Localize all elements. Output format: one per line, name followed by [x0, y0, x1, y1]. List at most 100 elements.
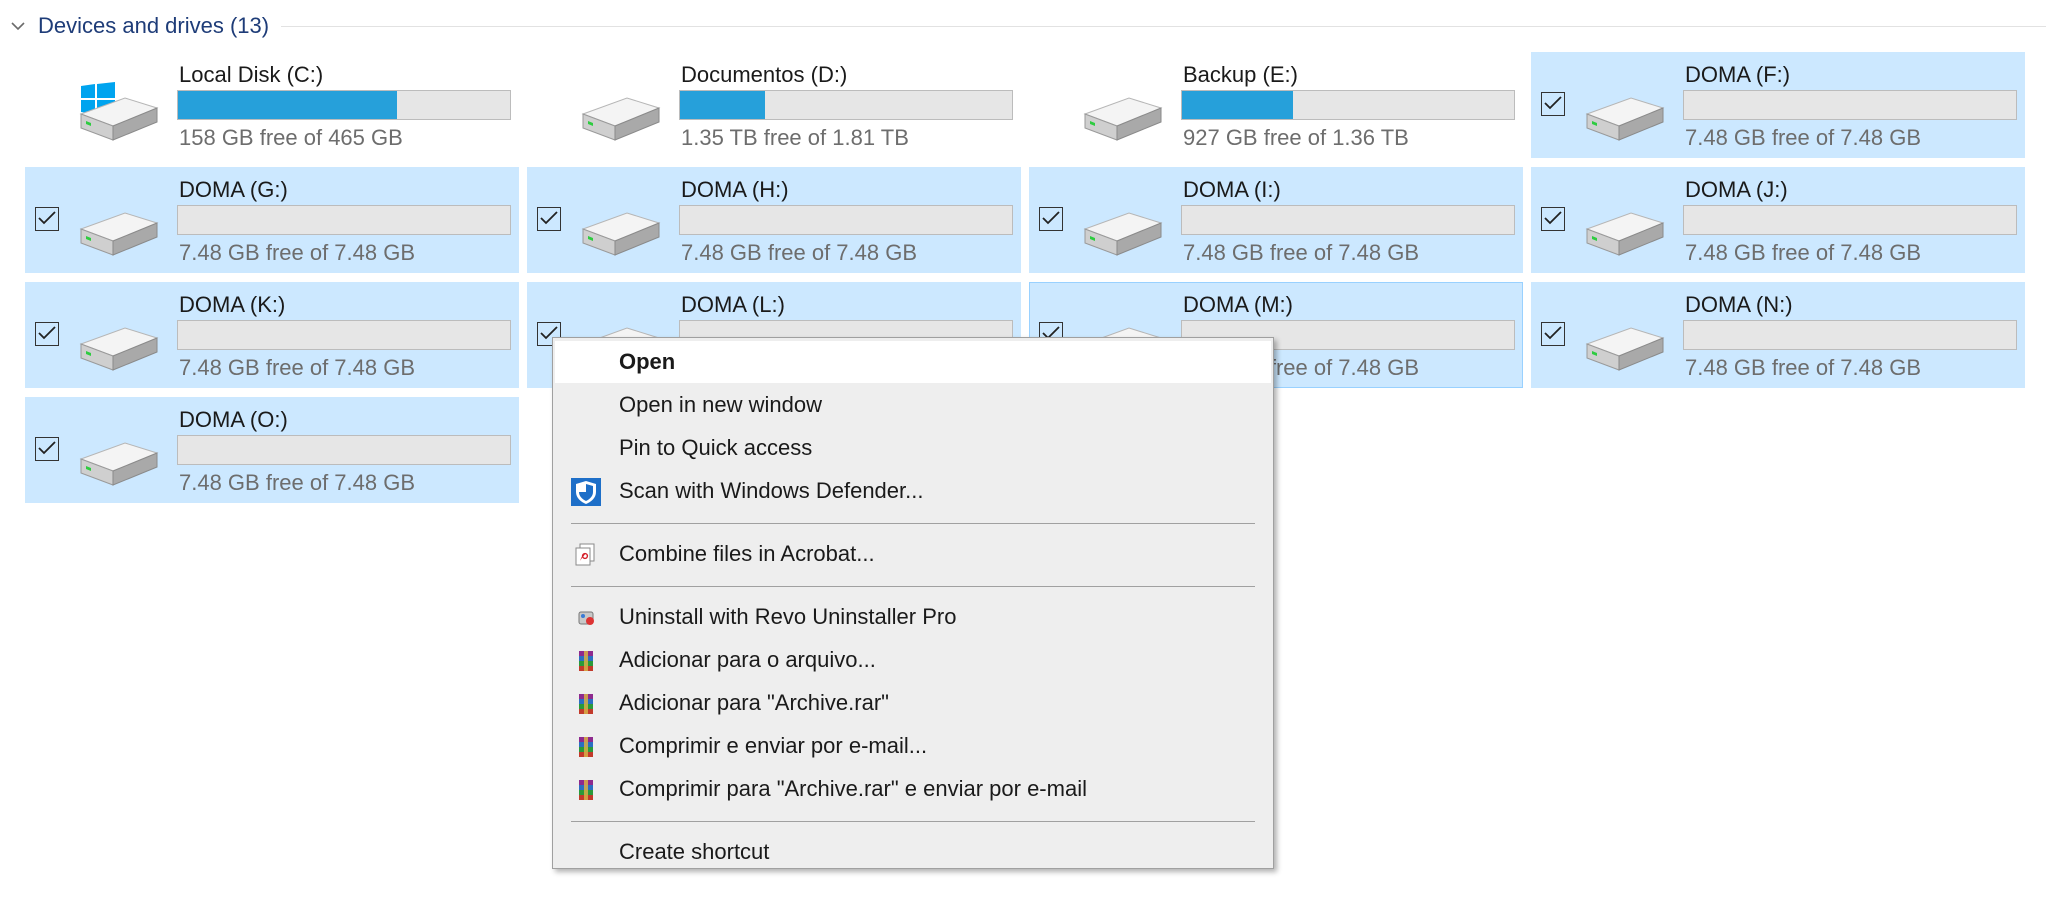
- menu-item[interactable]: Scan with Windows Defender...: [555, 470, 1271, 512]
- drive-name: DOMA (L:): [681, 292, 785, 317]
- selection-checkbox[interactable]: [537, 207, 561, 231]
- drive-free-space: 7.48 GB free of 7.48 GB: [1685, 355, 1922, 380]
- menu-item-label: Pin to Quick access: [619, 435, 813, 460]
- drive-tile[interactable]: DOMA (J:) 7.48 GB free of 7.48 GB: [1531, 167, 2025, 273]
- drive-free-space: 7.48 GB free of 7.48 GB: [179, 355, 416, 380]
- hard-drive-icon: [1581, 310, 1667, 374]
- menu-separator: [571, 586, 1255, 587]
- menu-item-label: Adicionar para "Archive.rar": [619, 690, 889, 715]
- context-menu: Open Open in new window Pin to Quick acces…: [552, 337, 1274, 869]
- drive-tile[interactable]: DOMA (N:) 7.48 GB free of 7.48 GB: [1531, 282, 2025, 388]
- usage-bar: [1181, 205, 1515, 235]
- drive-tile[interactable]: Documentos (D:) 1.35 TB free of 1.81 TB: [527, 52, 1021, 158]
- drive-name: Documentos (D:): [681, 62, 848, 87]
- usage-bar: [1683, 320, 2017, 350]
- hard-drive-icon: [1079, 195, 1165, 259]
- revo-uninstaller-icon: [571, 604, 601, 632]
- drive-name: DOMA (I:): [1183, 177, 1281, 202]
- usage-bar: [177, 205, 511, 235]
- usage-bar-fill: [1182, 91, 1294, 119]
- menu-item-label: Open in new window: [619, 392, 823, 417]
- drive-tile[interactable]: DOMA (I:) 7.48 GB free of 7.48 GB: [1029, 167, 1523, 273]
- hard-drive-icon: [75, 310, 161, 374]
- menu-item[interactable]: Comprimir e enviar por e-mail...: [555, 725, 1271, 767]
- menu-separator: [571, 821, 1255, 822]
- drive-tile[interactable]: Backup (E:) 927 GB free of 1.36 TB: [1029, 52, 1523, 158]
- drive-free-space: 7.48 GB free of 7.48 GB: [179, 240, 416, 265]
- winrar-icon: [571, 776, 601, 804]
- winrar-icon: [571, 733, 601, 761]
- hard-drive-icon: [75, 425, 161, 489]
- chevron-down-icon[interactable]: [10, 18, 26, 34]
- group-divider: [281, 25, 2046, 27]
- selection-checkbox[interactable]: [1039, 207, 1063, 231]
- drive-name: DOMA (H:): [681, 177, 789, 202]
- usage-bar: [1683, 205, 2017, 235]
- usage-bar: [679, 205, 1013, 235]
- hard-drive-icon: [1079, 80, 1165, 144]
- menu-item-label: Comprimir para "Archive.rar" e enviar po…: [619, 776, 1087, 801]
- menu-item[interactable]: Create shortcut: [555, 831, 1271, 873]
- drive-free-space: 927 GB free of 1.36 TB: [1183, 125, 1409, 150]
- usage-bar-fill: [178, 91, 398, 119]
- menu-item[interactable]: Combine files in Acrobat...: [555, 533, 1271, 575]
- usage-bar: [177, 320, 511, 350]
- menu-item-label: Comprimir e enviar por e-mail...: [619, 733, 928, 758]
- drive-name: DOMA (G:): [179, 177, 288, 202]
- hard-drive-icon: [75, 80, 161, 144]
- hard-drive-icon: [75, 195, 161, 259]
- drive-name: DOMA (M:): [1183, 292, 1293, 317]
- menu-item[interactable]: Uninstall with Revo Uninstaller Pro: [555, 596, 1271, 638]
- drive-free-space: 7.48 GB free of 7.48 GB: [1685, 125, 1922, 150]
- menu-item[interactable]: Adicionar para "Archive.rar": [555, 682, 1271, 724]
- selection-checkbox[interactable]: [35, 437, 59, 461]
- menu-item[interactable]: Open: [555, 341, 1271, 383]
- usage-bar: [1181, 90, 1515, 120]
- selection-checkbox[interactable]: [1541, 92, 1565, 116]
- drive-free-space: 7.48 GB free of 7.48 GB: [1685, 240, 1922, 265]
- menu-item[interactable]: Comprimir para "Archive.rar" e enviar po…: [555, 768, 1271, 810]
- menu-separator: [571, 523, 1255, 524]
- drive-name: DOMA (O:): [179, 407, 288, 432]
- usage-bar-fill: [680, 91, 765, 119]
- usage-bar: [1683, 90, 2017, 120]
- drive-tile[interactable]: DOMA (H:) 7.48 GB free of 7.48 GB: [527, 167, 1021, 273]
- acrobat-icon: [571, 541, 601, 569]
- selection-checkbox[interactable]: [1541, 322, 1565, 346]
- hard-drive-icon: [1581, 80, 1667, 144]
- drive-name: DOMA (J:): [1685, 177, 1788, 202]
- usage-bar: [177, 435, 511, 465]
- menu-item[interactable]: Adicionar para o arquivo...: [555, 639, 1271, 681]
- drive-name: DOMA (N:): [1685, 292, 1793, 317]
- selection-checkbox[interactable]: [1541, 207, 1565, 231]
- selection-checkbox[interactable]: [35, 322, 59, 346]
- menu-item-label: Open: [619, 349, 676, 374]
- drive-tile[interactable]: DOMA (F:) 7.48 GB free of 7.48 GB: [1531, 52, 2025, 158]
- drive-tile[interactable]: Local Disk (C:) 158 GB free of 465 GB: [25, 52, 519, 158]
- selection-checkbox[interactable]: [35, 207, 59, 231]
- hard-drive-icon: [577, 80, 663, 144]
- menu-item-label: Create shortcut: [619, 839, 770, 864]
- drive-name: DOMA (K:): [179, 292, 286, 317]
- drive-tile[interactable]: DOMA (O:) 7.48 GB free of 7.48 GB: [25, 397, 519, 503]
- hard-drive-icon: [577, 195, 663, 259]
- drive-free-space: 158 GB free of 465 GB: [179, 125, 403, 150]
- drive-free-space: 7.48 GB free of 7.48 GB: [1183, 240, 1420, 265]
- drive-tile[interactable]: DOMA (K:) 7.48 GB free of 7.48 GB: [25, 282, 519, 388]
- winrar-icon: [571, 647, 601, 675]
- devices-group-header[interactable]: Devices and drives (13): [10, 10, 2046, 42]
- usage-bar: [679, 90, 1013, 120]
- menu-item-label: Adicionar para o arquivo...: [619, 647, 876, 672]
- menu-item[interactable]: Open in new window: [555, 384, 1271, 426]
- drive-tile[interactable]: DOMA (G:) 7.48 GB free of 7.48 GB: [25, 167, 519, 273]
- drive-name: DOMA (F:): [1685, 62, 1791, 87]
- menu-item[interactable]: Pin to Quick access: [555, 427, 1271, 469]
- defender-shield-icon: [571, 478, 601, 506]
- menu-item-label: Uninstall with Revo Uninstaller Pro: [619, 604, 957, 629]
- winrar-icon: [571, 690, 601, 718]
- menu-item-label: Combine files in Acrobat...: [619, 541, 875, 566]
- drive-free-space: 1.35 TB free of 1.81 TB: [681, 125, 909, 150]
- drive-free-space: 7.48 GB free of 7.48 GB: [179, 470, 416, 495]
- menu-item-label: Scan with Windows Defender...: [619, 478, 924, 503]
- drive-name: Backup (E:): [1183, 62, 1298, 87]
